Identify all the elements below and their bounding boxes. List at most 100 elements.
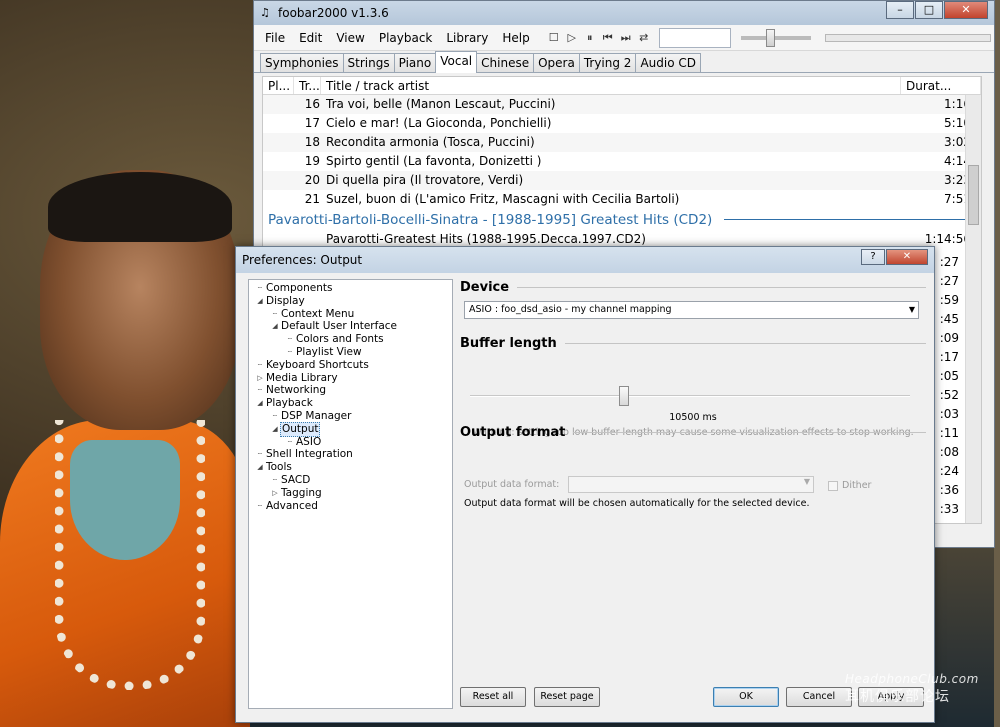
scrollbar-thumb[interactable] [968,165,979,225]
track-row[interactable]: 18 Recondita armonia (Tosca, Puccini) 3:… [263,133,981,152]
device-dropdown[interactable]: ASIO : foo_dsd_asio - my channel mapping… [464,301,919,319]
tree-item-tagging[interactable]: ▷ Tagging [249,487,452,500]
close-button[interactable]: ✕ [944,1,988,19]
tab-audio-cd[interactable]: Audio CD [635,53,701,72]
foobar-titlebar[interactable]: ♫ foobar2000 v1.3.6 – □ ✕ [254,1,994,25]
format-dropdown[interactable]: ▼ [568,476,814,493]
tree-item-label: ASIO [296,435,322,448]
track-row[interactable]: 17 Cielo e mar! (La Gioconda, Ponchielli… [263,114,981,133]
tree-item-colors-and-fonts[interactable]: ┄ Colors and Fonts [249,333,452,346]
collapse-icon[interactable]: ◢ [255,461,265,474]
ok-button[interactable]: OK [713,687,779,707]
tree-item-components[interactable]: ┄ Components [249,282,452,295]
collapse-icon[interactable]: ◢ [255,397,265,410]
minimize-button[interactable]: – [886,1,914,19]
section-rule [564,342,926,344]
preferences-tree[interactable]: ┄ Components ◢ Display ┄ Context Menu ◢ Default… [248,279,453,709]
tab-chinese[interactable]: Chinese [476,53,535,72]
menu-edit[interactable]: Edit [292,31,329,45]
play-icon[interactable]: ▷ [563,29,581,47]
output-page: Device ASIO : foo_dsd_asio - my channel … [458,277,928,687]
pause-icon[interactable]: ⏸ [581,29,599,47]
dither-checkbox[interactable]: Dither [828,480,871,491]
hidden-duration: :17 [939,350,959,364]
menu-bar: File Edit View Playback Library Help ☐ ▷… [254,25,994,51]
tree-item-display[interactable]: ◢ Display [249,295,452,308]
track-row[interactable]: 20 Di quella pira (Il trovatore, Verdi) … [263,171,981,190]
foobar-app-icon: ♫ [260,6,270,19]
hidden-duration: :11 [939,426,959,440]
tree-item-label: Context Menu [281,307,355,320]
buffer-slider-track[interactable] [470,395,910,397]
tree-item-playlist-view[interactable]: ┄ Playlist View [249,346,452,359]
tree-item-playback[interactable]: ◢ Playback [249,397,452,410]
device-value: ASIO : foo_dsd_asio - my channel mapping [469,304,672,315]
volume-thumb[interactable] [765,28,775,47]
volume-slider[interactable] [740,28,811,47]
cancel-button[interactable]: Cancel [786,687,852,707]
next-icon[interactable]: ⏭ [617,29,635,47]
format-note: Output data format will be chosen automa… [464,498,810,509]
stop-icon[interactable]: ☐ [545,29,563,47]
preferences-titlebar[interactable]: Preferences: Output ? ✕ [236,247,934,273]
watermark-logo: HeadphoneClub.com 耳机俱乐部论坛 [845,672,995,722]
column-playing[interactable]: Pl... [263,77,294,94]
tree-item-advanced[interactable]: ┄ Advanced [249,500,452,513]
tab-trying-2[interactable]: Trying 2 [578,53,637,72]
maximize-button[interactable]: □ [915,1,943,19]
collapse-icon[interactable]: ◢ [255,295,265,308]
buffer-heading: Buffer length [460,335,557,351]
tree-line: ┄ [257,284,263,292]
buffer-slider-thumb[interactable] [619,386,629,406]
menu-playback[interactable]: Playback [372,31,440,45]
reset-all-button[interactable]: Reset all [460,687,526,707]
track-row[interactable]: 19 Spirto gentil (La favonta, Donizetti … [263,152,981,171]
playback-order-combo[interactable] [658,27,731,48]
tab-vocal[interactable]: Vocal [435,51,478,73]
track-row[interactable]: 16 Tra voi, belle (Manon Lescaut, Puccin… [263,95,981,114]
collapse-icon[interactable]: ◢ [270,423,280,436]
expand-icon[interactable]: ▷ [270,487,280,500]
tree-item-media-library[interactable]: ▷ Media Library [249,372,452,385]
tab-opera[interactable]: Opera [533,53,580,72]
hidden-duration: :08 [939,445,959,459]
playlist-scrollbar[interactable] [965,95,981,523]
tree-item-tools[interactable]: ◢ Tools [249,461,452,474]
tab-strings[interactable]: Strings [342,53,395,72]
expand-icon[interactable]: ▷ [255,372,265,385]
seek-bar[interactable] [824,33,991,42]
playlist-header: Pl... Tr... Title / track artist Durat..… [263,77,981,95]
tree-item-output[interactable]: ◢ Output [249,421,452,437]
track-row[interactable]: 21 Suzel, buon di (L'amico Fritz, Mascag… [263,190,981,209]
menu-file[interactable]: File [258,31,292,45]
tree-line: ┄ [257,360,263,369]
tab-symphonies[interactable]: Symphonies [260,53,344,72]
tree-item-label: Default User Interface [281,320,397,333]
preferences-dialog: Preferences: Output ? ✕ ┄ Components ◢ Disp… [235,246,935,723]
previous-icon[interactable]: ⏮ [599,29,617,47]
reset-page-button[interactable]: Reset page [534,687,600,707]
menu-view[interactable]: View [329,31,371,45]
help-button[interactable]: ? [861,249,885,265]
tree-item-sacd[interactable]: ┄ SACD [249,474,452,487]
column-title[interactable]: Title / track artist [321,77,901,94]
menu-help[interactable]: Help [495,31,536,45]
track-title: Cielo e mar! (La Gioconda, Ponchielli) [326,116,552,130]
random-icon[interactable]: ⇄ [635,29,653,47]
album-group-header[interactable]: Pavarotti-Bartoli-Bocelli-Sinatra - [198… [263,209,981,230]
tab-piano[interactable]: Piano [393,53,437,72]
collapse-icon[interactable]: ◢ [270,320,280,333]
tree-item-context-menu[interactable]: ┄ Context Menu [249,308,452,321]
track-title: Spirto gentil (La favonta, Donizetti ) [326,154,542,168]
tree-item-asio[interactable]: ┄ ASIO [249,436,452,449]
tree-item-shell-integration[interactable]: ┄ Shell Integration [249,448,452,461]
column-track[interactable]: Tr... [294,77,321,94]
tree-item-default-user-interface[interactable]: ◢ Default User Interface [249,320,452,333]
dialog-close-button[interactable]: ✕ [886,249,928,265]
menu-library[interactable]: Library [439,31,495,45]
tree-item-keyboard-shortcuts[interactable]: ┄ Keyboard Shortcuts [249,359,452,372]
column-duration[interactable]: Durat... [901,77,981,94]
tree-item-networking[interactable]: ┄ Networking [249,384,452,397]
checkbox-box[interactable] [828,480,838,491]
foobar-title: foobar2000 v1.3.6 [278,6,389,20]
